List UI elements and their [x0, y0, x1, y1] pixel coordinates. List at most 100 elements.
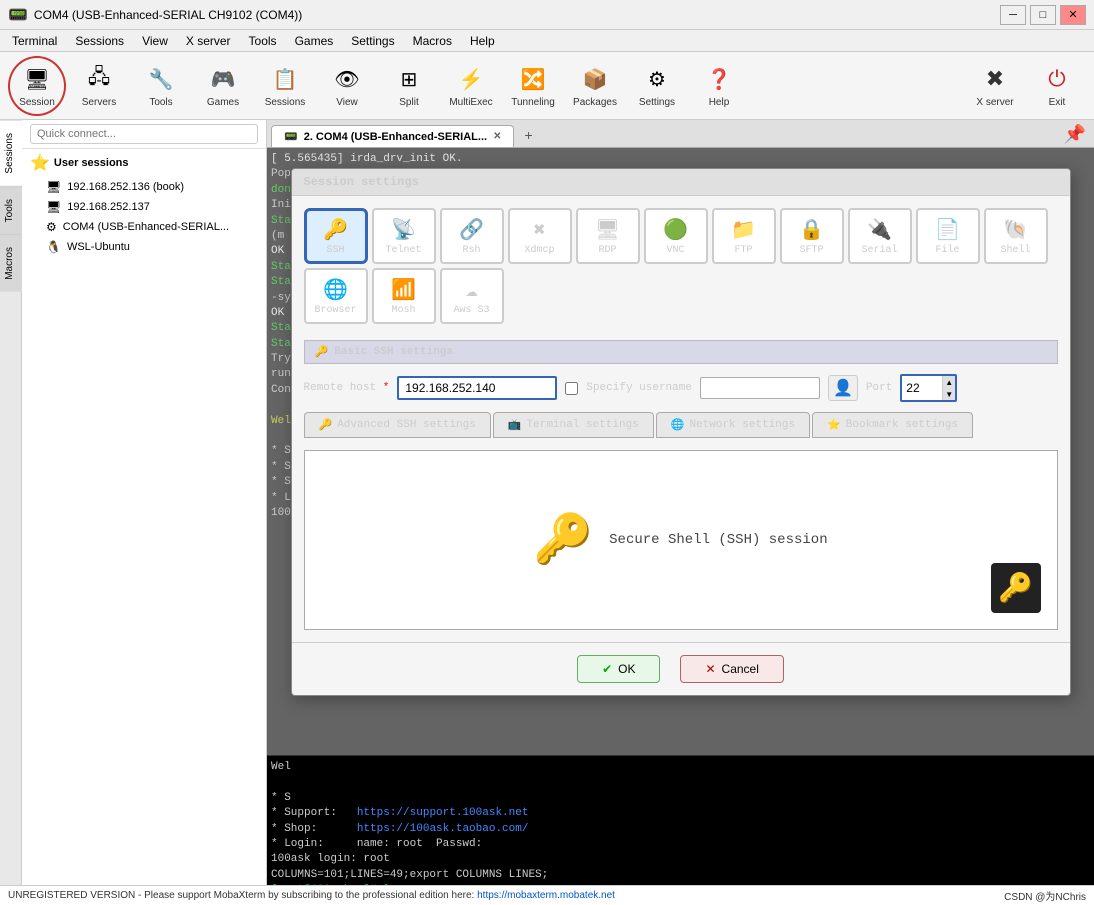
multiexec-icon: ⚡ [455, 63, 487, 95]
side-tab-sessions[interactable]: Sessions [0, 120, 22, 186]
basic-ssh-section-header: 🔑 Basic SSH settings [304, 340, 1058, 364]
help-label: Help [709, 97, 730, 108]
ok-check-icon: ✔ [602, 662, 612, 676]
terminal-line-bottom: * Login: name: root Passwd: [271, 837, 1090, 852]
toolbar-servers-button[interactable]: 🖧 Servers [70, 56, 128, 116]
packages-icon: 📦 [579, 63, 611, 95]
menu-help[interactable]: Help [462, 32, 503, 50]
toolbar-tunneling-button[interactable]: 🔀 Tunneling [504, 56, 562, 116]
close-button[interactable]: ✕ [1060, 5, 1086, 25]
menu-terminal[interactable]: Terminal [4, 32, 65, 50]
settings-content-panel: 🔑 Secure Shell (SSH) session 🔑 [304, 450, 1058, 630]
pin-icon[interactable]: 📌 [1056, 122, 1094, 147]
cancel-x-icon: ✕ [705, 662, 715, 676]
menu-sessions[interactable]: Sessions [67, 32, 132, 50]
port-input[interactable] [902, 378, 942, 398]
session-item-192-168-252-136[interactable]: 🖥 192.168.252.136 (book) [22, 177, 266, 197]
session-group-user: ⭐ User sessions [22, 149, 266, 177]
split-icon: ⊞ [393, 63, 425, 95]
menu-xserver[interactable]: X server [178, 32, 239, 50]
side-tabs: Sessions Tools Macros [0, 120, 22, 885]
ssh-proto-label: SSH [326, 245, 344, 256]
quick-connect-input[interactable] [30, 124, 258, 144]
toolbar-view-button[interactable]: 👁 View [318, 56, 376, 116]
network-settings-icon: 🌐 [671, 418, 685, 432]
toolbar-tools-button[interactable]: 🔧 Tools [132, 56, 190, 116]
proto-vnc[interactable]: 🟢 VNC [644, 208, 708, 264]
window-title: COM4 (USB-Enhanced-SERIAL CH9102 (COM4)) [34, 8, 302, 22]
toolbar-multiexec-button[interactable]: ⚡ MultiExec [442, 56, 500, 116]
proto-shell[interactable]: 🐚 Shell [984, 208, 1048, 264]
tab-com4[interactable]: 📟 2. COM4 (USB-Enhanced-SERIAL... ✕ [271, 125, 514, 147]
proto-xdmcp[interactable]: ✖ Xdmcp [508, 208, 572, 264]
basic-ssh-label: Basic SSH settings [334, 346, 453, 358]
proto-aws-s3[interactable]: ☁ Aws S3 [440, 268, 504, 324]
toolbar-packages-button[interactable]: 📦 Packages [566, 56, 624, 116]
aws-s3-proto-label: Aws S3 [453, 305, 489, 316]
maximize-button[interactable]: □ [1030, 5, 1056, 25]
terminal-bottom: Wel * S * Support: https://support.100as… [267, 755, 1094, 885]
remote-host-input[interactable] [397, 376, 557, 400]
proto-sftp[interactable]: 🔒 SFTP [780, 208, 844, 264]
session-item-192-168-252-137[interactable]: 🖥 192.168.252.137 [22, 197, 266, 217]
tunneling-label: Tunneling [511, 97, 555, 108]
toolbar-settings-button[interactable]: ⚙ Settings [628, 56, 686, 116]
tab-advanced-ssh[interactable]: 🔑 Advanced SSH settings [304, 412, 491, 438]
port-down-button[interactable]: ▼ [942, 388, 955, 400]
sessions-label: Sessions [265, 97, 306, 108]
dialog-buttons: ✔ OK ✕ Cancel [292, 642, 1070, 695]
menu-settings[interactable]: Settings [343, 32, 402, 50]
proto-file[interactable]: 📄 File [916, 208, 980, 264]
mosh-proto-label: Mosh [391, 305, 415, 316]
toolbar-exit-button[interactable]: ⏻ Exit [1028, 56, 1086, 116]
toolbar-sessions-button[interactable]: 📋 Sessions [256, 56, 314, 116]
toolbar-split-button[interactable]: ⊞ Split [380, 56, 438, 116]
tab-add-button[interactable]: + [516, 123, 540, 147]
tab-close-button[interactable]: ✕ [493, 131, 501, 142]
menu-games[interactable]: Games [287, 32, 342, 50]
toolbar-xserver-button[interactable]: ✖ X server [966, 56, 1024, 116]
toolbar-games-button[interactable]: 🎮 Games [194, 56, 252, 116]
menu-macros[interactable]: Macros [405, 32, 460, 50]
aws-s3-proto-icon: ☁ [465, 277, 477, 303]
tab-terminal-settings[interactable]: 📺 Terminal settings [493, 412, 654, 438]
terminal-settings-icon: 📺 [508, 418, 522, 432]
proto-browser[interactable]: 🌐 Browser [304, 268, 368, 324]
proto-ftp[interactable]: 📁 FTP [712, 208, 776, 264]
menu-view[interactable]: View [134, 32, 176, 50]
protocol-grid: 🔑 SSH 📡 Telnet 🔗 Rsh [304, 208, 1058, 324]
ok-button[interactable]: ✔ OK [577, 655, 660, 683]
title-bar-left: 📟 COM4 (USB-Enhanced-SERIAL CH9102 (COM4… [8, 5, 302, 25]
rsh-proto-icon: 🔗 [459, 217, 484, 243]
status-link[interactable]: https://mobaxterm.mobatek.net [477, 890, 615, 901]
proto-mosh[interactable]: 📶 Mosh [372, 268, 436, 324]
tab-network-settings[interactable]: 🌐 Network settings [656, 412, 810, 438]
cancel-button[interactable]: ✕ Cancel [680, 655, 783, 683]
xserver-icon: ✖ [979, 63, 1011, 95]
proto-telnet[interactable]: 📡 Telnet [372, 208, 436, 264]
view-icon: 👁 [331, 63, 363, 95]
browser-proto-label: Browser [314, 305, 356, 316]
session-item-com4[interactable]: ⚙ COM4 (USB-Enhanced-SERIAL... [22, 217, 266, 237]
proto-rsh[interactable]: 🔗 Rsh [440, 208, 504, 264]
terminal-area[interactable]: [ 5.565435] irda_drv_init OK. Popu... do… [267, 148, 1094, 755]
minimize-button[interactable]: ─ [1000, 5, 1026, 25]
port-spinners: ▲ ▼ [942, 376, 955, 400]
username-input[interactable] [700, 377, 820, 399]
proto-ssh[interactable]: 🔑 SSH [304, 208, 368, 264]
servers-icon: 🖧 [83, 63, 115, 95]
proto-serial[interactable]: 🔌 Serial [848, 208, 912, 264]
session-item-wsl-ubuntu[interactable]: 🐧 WSL-Ubuntu [22, 237, 266, 257]
side-tab-macros[interactable]: Macros [0, 234, 22, 292]
terminal-line-bottom [271, 775, 1090, 790]
tab-bookmark-settings[interactable]: ⭐ Bookmark settings [812, 412, 973, 438]
specify-username-checkbox[interactable] [565, 382, 578, 395]
app-icon: 📟 [8, 5, 28, 25]
side-tab-tools[interactable]: Tools [0, 186, 22, 234]
menu-tools[interactable]: Tools [241, 32, 285, 50]
proto-rdp[interactable]: 🖥 RDP [576, 208, 640, 264]
toolbar-help-button[interactable]: ❓ Help [690, 56, 748, 116]
toolbar-session-button[interactable]: 🖥 Session [8, 56, 66, 116]
port-up-button[interactable]: ▲ [942, 376, 955, 388]
exit-label: Exit [1049, 97, 1066, 108]
